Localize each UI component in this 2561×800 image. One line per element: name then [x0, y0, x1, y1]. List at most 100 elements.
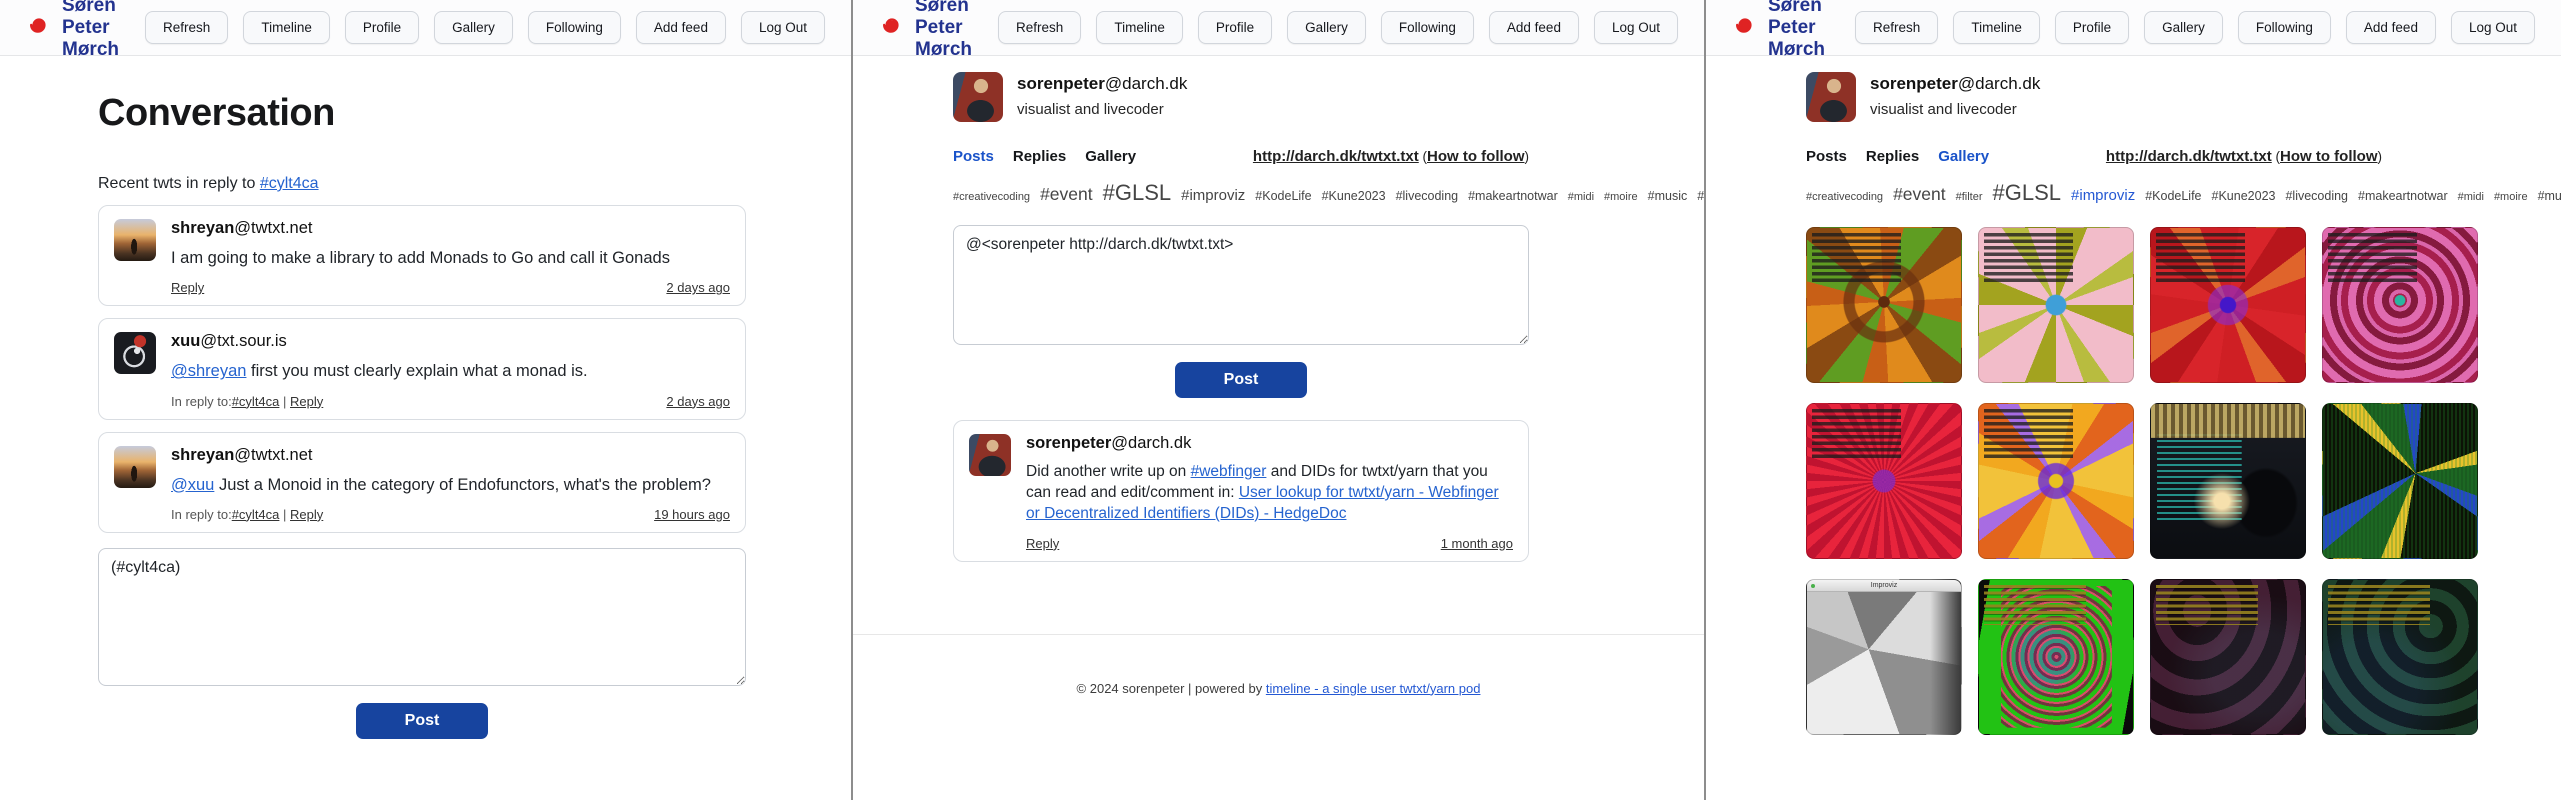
nav-button-log-out[interactable]: Log Out	[1594, 11, 1678, 44]
mention-link[interactable]: @shreyan	[171, 362, 246, 380]
nav-button-gallery[interactable]: Gallery	[2144, 11, 2223, 44]
reply-link[interactable]: Reply	[290, 394, 323, 409]
tag-link[interactable]: #Kune2023	[2212, 189, 2276, 203]
page-title: Conversation	[98, 92, 746, 135]
profile-header: sorenpeter@darch.dk visualist and liveco…	[953, 72, 1529, 122]
in-reply-tag-link[interactable]: #cylt4ca	[232, 394, 280, 409]
tab-posts[interactable]: Posts	[953, 148, 994, 165]
brand-link[interactable]: Søren Peter Mørch	[1732, 0, 1855, 61]
twt-text: I am going to make a library to add Mona…	[171, 247, 730, 269]
feed-url-link[interactable]: http://darch.dk/twtxt.txt	[2106, 148, 2272, 165]
tag-link[interactable]: #paintOver	[1697, 189, 1706, 203]
in-reply-tag-link[interactable]: #cylt4ca	[232, 507, 280, 522]
gallery-item-livecoding-performance-photo[interactable]	[2150, 403, 2306, 559]
nav-button-add-feed[interactable]: Add feed	[2346, 11, 2436, 44]
reply-link[interactable]: Reply	[290, 507, 323, 522]
reply-composer-textarea[interactable]: (#cylt4ca)	[98, 548, 746, 686]
nav-button-add-feed[interactable]: Add feed	[1489, 11, 1579, 44]
how-to-follow-link[interactable]: How to follow	[1427, 148, 1524, 165]
nav-button-log-out[interactable]: Log Out	[741, 11, 825, 44]
tag-link[interactable]: #midi	[1568, 191, 1594, 203]
gallery-item-magenta-rings[interactable]	[2322, 227, 2478, 383]
post-button[interactable]: Post	[1175, 362, 1307, 398]
post-composer-textarea[interactable]: @<sorenpeter http://darch.dk/twtxt.txt>	[953, 225, 1529, 345]
conversation-hashtag-link[interactable]: #cylt4ca	[260, 175, 319, 192]
gallery-item-green-wireframe-blob[interactable]	[1978, 579, 2134, 735]
nav-button-gallery[interactable]: Gallery	[434, 11, 513, 44]
gallery-item-pink-olive-kaleidoscope[interactable]	[1978, 227, 2134, 383]
profile-name-link[interactable]: sorenpeter@darch.dk	[1870, 74, 2040, 94]
how-to-follow-link[interactable]: How to follow	[2280, 148, 2377, 165]
nav-button-refresh[interactable]: Refresh	[998, 11, 1081, 44]
mention-link[interactable]: @xuu	[171, 476, 214, 494]
nav-button-gallery[interactable]: Gallery	[1287, 11, 1366, 44]
profile-name-link[interactable]: sorenpeter@darch.dk	[1017, 74, 1187, 94]
tag-link[interactable]: #moire	[1604, 191, 1638, 203]
tab-posts[interactable]: Posts	[1806, 148, 1847, 165]
author-link[interactable]: sorenpeter@darch.dk	[1026, 434, 1191, 452]
brand-link[interactable]: Søren Peter Mørch	[879, 0, 998, 61]
window-dot-icon	[1811, 584, 1815, 588]
feed-url-link[interactable]: http://darch.dk/twtxt.txt	[1253, 148, 1419, 165]
tag-link[interactable]: #music	[2538, 189, 2561, 203]
gallery-item-red-purple-kaleidoscope[interactable]	[2150, 227, 2306, 383]
tag-link[interactable]: #livecoding	[1396, 189, 1459, 203]
nav-button-profile[interactable]: Profile	[1198, 11, 1272, 44]
tab-gallery[interactable]: Gallery	[1938, 148, 1989, 165]
tag-link[interactable]: #GLSL	[1993, 180, 2062, 205]
nav-button-profile[interactable]: Profile	[345, 11, 419, 44]
tag-link[interactable]: #creativecoding	[1806, 191, 1883, 203]
gallery-item-improviz-grayscale[interactable]: Improviz	[1806, 579, 1962, 735]
gallery-item-orange-green-kaleidoscope[interactable]	[1806, 227, 1962, 383]
timestamp-link[interactable]: 2 days ago	[666, 280, 730, 295]
tab-replies[interactable]: Replies	[1866, 148, 1919, 165]
twt-footer: Reply 1 month ago	[1026, 536, 1513, 551]
nav-button-timeline[interactable]: Timeline	[243, 11, 330, 44]
tag-link[interactable]: #makeartnotwar	[1468, 189, 1558, 203]
tag-link[interactable]: #event	[1893, 184, 1946, 204]
gallery-item-dark-green-wisps[interactable]	[2322, 579, 2478, 735]
reply-link[interactable]: Reply	[171, 280, 204, 295]
tag-link[interactable]: #makeartnotwar	[2358, 189, 2448, 203]
author-link[interactable]: shreyan@twtxt.net	[171, 219, 313, 237]
tag-link[interactable]: #event	[1040, 184, 1093, 204]
tag-link[interactable]: #filter	[1956, 191, 1983, 203]
tag-link[interactable]: #music	[1648, 189, 1688, 203]
nav-button-refresh[interactable]: Refresh	[1855, 11, 1938, 44]
post-button[interactable]: Post	[356, 703, 488, 739]
author-link[interactable]: shreyan@twtxt.net	[171, 446, 313, 464]
nav-button-following[interactable]: Following	[2238, 11, 2331, 44]
brand-link[interactable]: Søren Peter Mørch	[26, 0, 145, 61]
nav-button-following[interactable]: Following	[1381, 11, 1474, 44]
tag-link[interactable]: #livecoding	[2285, 189, 2348, 203]
nav-button-profile[interactable]: Profile	[2055, 11, 2129, 44]
footer-powered-link[interactable]: timeline - a single user twtxt/yarn pod	[1266, 681, 1481, 696]
tag-link[interactable]: #Kune2023	[1322, 189, 1386, 203]
tag-link[interactable]: #creativecoding	[953, 191, 1030, 203]
tag-link[interactable]: #KodeLife	[2145, 189, 2201, 203]
tag-link[interactable]: #moire	[2494, 191, 2528, 203]
tag-link[interactable]: #GLSL	[1103, 180, 1172, 205]
gallery-item-red-burst[interactable]	[1806, 403, 1962, 559]
gallery-item-orange-purple-kaleidoscope[interactable]	[1978, 403, 2134, 559]
tag-link[interactable]: #KodeLife	[1255, 189, 1311, 203]
timestamp-link[interactable]: 2 days ago	[666, 394, 730, 409]
tag-link[interactable]: #improviz	[1181, 187, 1245, 204]
author-link[interactable]: xuu@txt.sour.is	[171, 332, 287, 350]
webfinger-tag-link[interactable]: #webfinger	[1191, 463, 1267, 480]
timestamp-link[interactable]: 1 month ago	[1441, 536, 1513, 551]
tag-link-active[interactable]: #improviz	[2071, 187, 2135, 204]
nav-button-log-out[interactable]: Log Out	[2451, 11, 2535, 44]
reply-link[interactable]: Reply	[1026, 536, 1059, 551]
tab-gallery[interactable]: Gallery	[1085, 148, 1136, 165]
gallery-item-maroon-wisps[interactable]	[2150, 579, 2306, 735]
nav-button-following[interactable]: Following	[528, 11, 621, 44]
nav-button-add-feed[interactable]: Add feed	[636, 11, 726, 44]
nav-button-timeline[interactable]: Timeline	[1096, 11, 1183, 44]
tab-replies[interactable]: Replies	[1013, 148, 1066, 165]
timestamp-link[interactable]: 19 hours ago	[654, 507, 730, 522]
nav-button-timeline[interactable]: Timeline	[1953, 11, 2040, 44]
gallery-item-dark-shards[interactable]	[2322, 403, 2478, 559]
nav-button-refresh[interactable]: Refresh	[145, 11, 228, 44]
tag-link[interactable]: #midi	[2458, 191, 2484, 203]
